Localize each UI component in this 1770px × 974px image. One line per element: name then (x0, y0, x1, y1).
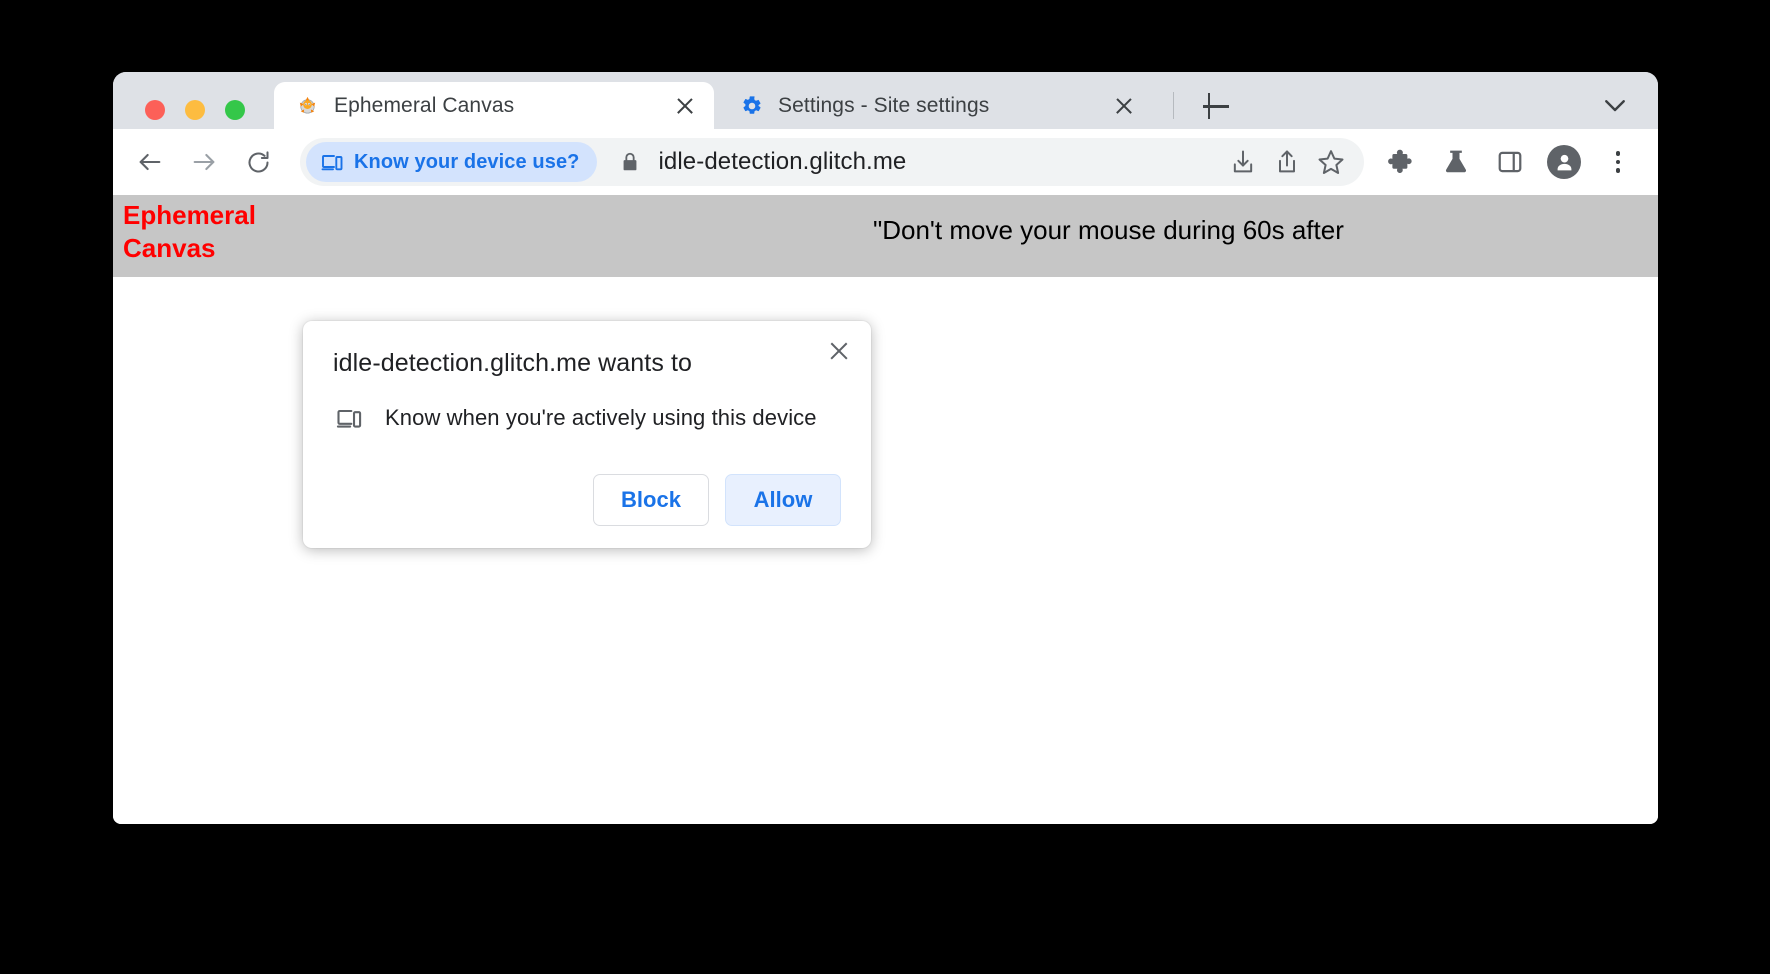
device-idle-icon (335, 404, 363, 432)
window-zoom-button[interactable] (225, 100, 245, 120)
tab-divider (1173, 92, 1174, 119)
idle-detection-permission-chip[interactable]: Know your device use? (306, 142, 597, 182)
window-close-button[interactable] (145, 100, 165, 120)
gear-icon (740, 94, 763, 117)
side-panel-icon[interactable] (1488, 140, 1532, 184)
tab-title: Ephemeral Canvas (334, 93, 515, 117)
page-instruction-text: "Don't move your mouse during 60s after (873, 215, 1344, 245)
tab-settings-site-settings[interactable]: Settings - Site settings (718, 82, 1153, 129)
browser-window: Ephemeral Canvas Settings - Site setting… (113, 72, 1658, 824)
pufferfish-icon (296, 94, 319, 117)
page-banner: Ephemeral Canvas "Don't move your mouse … (113, 195, 1658, 277)
forward-arrow-icon[interactable] (182, 140, 226, 184)
browser-toolbar: Know your device use? idle-detection.gli… (113, 129, 1658, 195)
chevron-down-icon[interactable] (1600, 90, 1630, 120)
window-minimize-button[interactable] (185, 100, 205, 120)
device-idle-icon (320, 150, 344, 174)
permission-description: Know when you're actively using this dev… (385, 405, 817, 430)
dialog-actions: Block Allow (333, 474, 841, 526)
reload-icon[interactable] (236, 140, 280, 184)
window-controls (145, 100, 245, 120)
permission-request-row: Know when you're actively using this dev… (333, 404, 841, 432)
back-arrow-icon[interactable] (128, 140, 172, 184)
close-icon[interactable] (823, 335, 855, 367)
address-bar[interactable]: Know your device use? idle-detection.gli… (300, 138, 1364, 186)
share-icon[interactable] (1266, 141, 1308, 183)
tab-ephemeral-canvas[interactable]: Ephemeral Canvas (274, 82, 714, 129)
tab-close-button[interactable] (1109, 91, 1139, 121)
three-dot-menu-icon[interactable] (1596, 140, 1640, 184)
star-icon[interactable] (1310, 141, 1352, 183)
url-text: idle-detection.glitch.me (658, 148, 907, 175)
page-viewport: Ephemeral Canvas "Don't move your mouse … (113, 195, 1658, 824)
block-button[interactable]: Block (593, 474, 709, 526)
tab-close-button[interactable] (670, 91, 700, 121)
tab-title: Settings - Site settings (778, 93, 990, 117)
download-icon[interactable] (1222, 141, 1264, 183)
screen: Ephemeral Canvas Settings - Site setting… (0, 0, 1770, 974)
permission-chip-label: Know your device use? (354, 150, 580, 173)
avatar (1547, 145, 1581, 179)
lock-icon[interactable] (619, 151, 641, 173)
tab-strip: Ephemeral Canvas Settings - Site setting… (113, 72, 1658, 129)
avatar-icon[interactable] (1542, 140, 1586, 184)
page-title: Ephemeral Canvas (123, 200, 256, 264)
dialog-title: idle-detection.glitch.me wants to (333, 349, 693, 377)
allow-button[interactable]: Allow (725, 474, 841, 526)
menu-dots (1615, 151, 1621, 173)
flask-icon[interactable] (1434, 140, 1478, 184)
new-tab-button[interactable] (1196, 86, 1236, 126)
puzzle-piece-icon[interactable] (1380, 140, 1424, 184)
permission-dialog: idle-detection.glitch.me wants to Know w… (303, 321, 871, 548)
